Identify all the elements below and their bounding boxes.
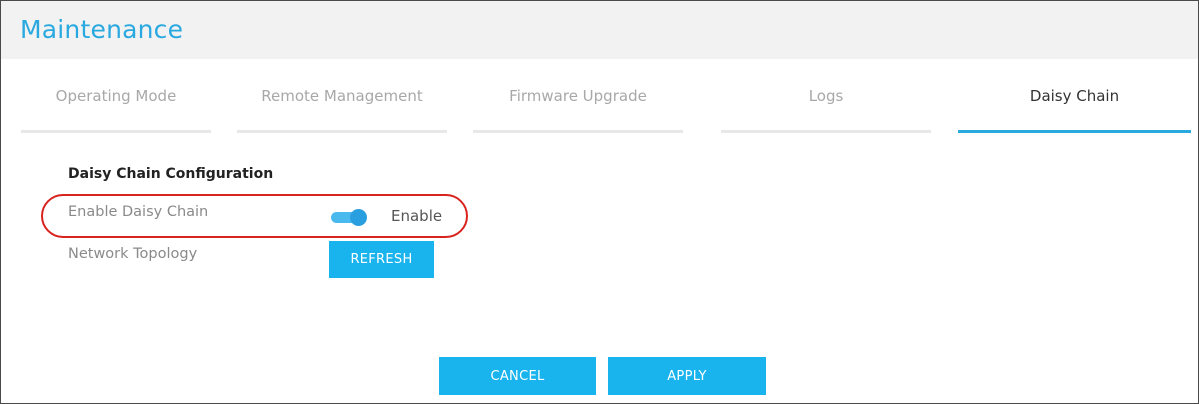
page-header: Maintenance [1,1,1198,59]
tab-underline [473,130,683,133]
toggle-state-text: Enable [391,207,443,225]
tab-firmware-upgrade[interactable]: Firmware Upgrade [473,59,683,133]
tab-underline-active [958,130,1191,133]
apply-button[interactable]: APPLY [608,357,766,395]
refresh-button[interactable]: REFRESH [329,241,434,278]
tab-underline [721,130,931,133]
maintenance-panel: Maintenance Operating Mode Remote Manage… [0,0,1199,404]
tab-label: Operating Mode [55,87,177,105]
tab-underline [237,130,447,133]
section-title: Daisy Chain Configuration [68,166,274,182]
tab-daisy-chain[interactable]: Daisy Chain [958,59,1191,133]
tab-label: Logs [808,87,844,105]
tab-logs[interactable]: Logs [721,59,931,133]
tab-underline [21,130,211,133]
tab-remote-management[interactable]: Remote Management [237,59,447,133]
tab-label: Daisy Chain [1029,87,1120,105]
toggle-switch-icon [350,209,367,226]
tab-operating-mode[interactable]: Operating Mode [21,59,211,133]
network-topology-label: Network Topology [68,246,198,262]
enable-daisy-chain-toggle[interactable] [331,209,367,226]
tab-label: Firmware Upgrade [509,87,647,105]
tab-bar: Operating Mode Remote Management Firmwar… [21,59,1191,133]
tab-label: Remote Management [261,87,423,105]
cancel-button[interactable]: CANCEL [439,357,596,395]
page-title: Maintenance [20,15,184,44]
